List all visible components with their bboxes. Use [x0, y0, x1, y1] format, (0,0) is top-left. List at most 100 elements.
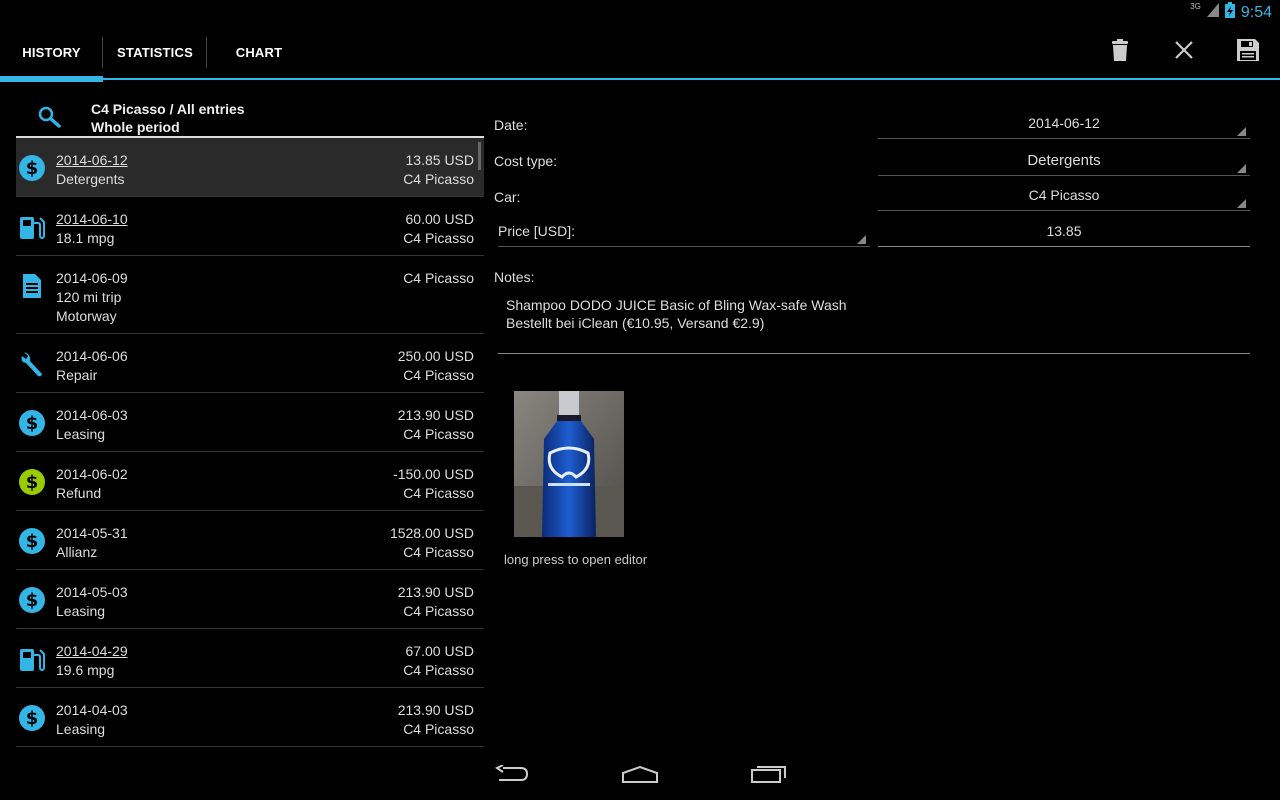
notes-input[interactable]: Shampoo DODO JUICE Basic of Bling Wax-sa…	[498, 296, 1250, 354]
home-icon	[621, 765, 659, 788]
price-input[interactable]: 13.85	[878, 223, 1250, 247]
entry-car: C4 Picasso	[403, 485, 474, 501]
entry-date: 2014-06-02	[56, 466, 128, 482]
tab-statistics[interactable]: STATISTICS	[103, 25, 207, 80]
filter-header[interactable]: C4 Picasso / All entries Whole period	[16, 98, 484, 138]
svg-text:$: $	[26, 472, 39, 493]
price-currency-spinner[interactable]: Price [USD]:	[498, 223, 870, 247]
dollar-icon: $	[18, 704, 46, 732]
entry-amount: 67.00 USD	[405, 643, 474, 659]
delete-button[interactable]	[1088, 25, 1152, 80]
date-value: 2014-06-12	[1028, 115, 1100, 131]
history-pane: C4 Picasso / All entries Whole period $2…	[16, 80, 484, 750]
battery-icon	[1224, 2, 1235, 23]
entry-date: 2014-05-03	[56, 584, 128, 600]
price-value: 13.85	[1046, 223, 1082, 239]
entry-detail-2: Motorway	[56, 308, 117, 324]
dollar-icon: $	[18, 409, 46, 437]
fuel-icon	[18, 213, 46, 241]
entry-detail: 19.6 mpg	[56, 662, 115, 678]
close-button[interactable]	[1152, 25, 1216, 80]
list-scrollbar[interactable]	[478, 142, 481, 170]
tab-chart[interactable]: CHART	[207, 25, 311, 80]
fuel-icon	[18, 645, 46, 673]
search-icon[interactable]	[38, 106, 62, 133]
entry-detail: Detergents	[56, 171, 125, 187]
history-row[interactable]: 2014-06-10 18.1 mpg 60.00 USD C4 Picasso	[16, 197, 484, 256]
svg-text:$: $	[26, 531, 39, 552]
tab-statistics-label: STATISTICS	[117, 45, 193, 60]
recents-icon	[751, 765, 787, 788]
history-list: $2014-06-12 Detergents 13.85 USD C4 Picass…	[16, 138, 484, 747]
navigation-bar	[0, 750, 1280, 800]
back-button[interactable]	[488, 762, 536, 790]
history-row[interactable]: 2014-06-09 120 mi trip Motorway C4 Picasso	[16, 256, 484, 334]
recents-button[interactable]	[745, 762, 793, 790]
entry-car: C4 Picasso	[403, 171, 474, 187]
entry-car: C4 Picasso	[403, 544, 474, 560]
entry-date: 2014-06-10	[56, 211, 128, 227]
car-spinner[interactable]: C4 Picasso	[878, 187, 1250, 211]
entry-amount: 1528.00 USD	[389, 525, 474, 541]
entry-detail: Leasing	[56, 603, 106, 619]
save-icon	[1237, 39, 1259, 66]
cost-type-value: Detergents	[1027, 152, 1101, 169]
notes-label: Notes:	[494, 269, 535, 285]
history-row[interactable]: $2014-05-03 Leasing 213.90 USD C4 Picasso	[16, 570, 484, 629]
filter-title: C4 Picasso / All entries	[91, 101, 245, 117]
document-icon	[18, 272, 46, 300]
entry-date: 2014-05-31	[56, 525, 128, 541]
cost-type-spinner[interactable]: Detergents	[878, 152, 1250, 176]
entry-detail: 18.1 mpg	[56, 230, 115, 246]
entry-date: 2014-06-09	[56, 270, 128, 286]
status-bar: 3G 9:54	[0, 0, 1280, 25]
history-row[interactable]: 2014-06-06 Repair 250.00 USD C4 Picasso	[16, 334, 484, 393]
entry-car: C4 Picasso	[403, 662, 474, 678]
date-spinner[interactable]: 2014-06-12	[878, 115, 1250, 139]
close-icon	[1174, 40, 1194, 65]
dollar-icon: $	[18, 154, 46, 182]
photo-hint: long press to open editor	[504, 552, 648, 567]
tab-chart-label: CHART	[235, 45, 283, 60]
tab-history[interactable]: HISTORY	[0, 25, 103, 82]
entry-date: 2014-04-29	[56, 643, 128, 659]
svg-text:$: $	[26, 413, 39, 434]
dollar-icon: $	[18, 527, 46, 555]
price-label: Price [USD]:	[498, 223, 576, 239]
home-button[interactable]	[616, 762, 664, 790]
entry-detail: Refund	[56, 485, 102, 501]
back-icon	[495, 763, 529, 788]
entry-car: C4 Picasso	[403, 426, 474, 442]
entry-car: C4 Picasso	[403, 603, 474, 619]
dollar-icon: $	[18, 468, 46, 496]
action-bar: HISTORY STATISTICS CHART	[0, 25, 1280, 82]
notes-line: Bestellt bei iClean (€10.95, Versand €2.…	[506, 315, 765, 331]
history-row[interactable]: $2014-06-02 Refund -150.00 USD C4 Picasso	[16, 452, 484, 511]
history-row[interactable]: 2014-04-29 19.6 mpg 67.00 USD C4 Picasso	[16, 629, 484, 688]
svg-text:$: $	[26, 590, 39, 611]
history-row[interactable]: $2014-06-03 Leasing 213.90 USD C4 Picasso	[16, 393, 484, 452]
entry-date: 2014-04-03	[56, 702, 128, 718]
history-row[interactable]: $2014-06-12 Detergents 13.85 USD C4 Picass…	[16, 138, 484, 197]
filter-period: Whole period	[91, 119, 180, 135]
save-button[interactable]	[1216, 25, 1280, 80]
entry-detail: Allianz	[56, 544, 98, 560]
entry-amount: 60.00 USD	[405, 211, 474, 227]
entry-car: C4 Picasso	[403, 367, 474, 383]
entry-date: 2014-06-06	[56, 348, 128, 364]
entry-car: C4 Picasso	[403, 230, 474, 246]
svg-text:$: $	[26, 158, 39, 179]
entry-amount: 13.85 USD	[405, 152, 474, 168]
entry-amount: -150.00 USD	[393, 466, 474, 482]
entry-detail: Leasing	[56, 721, 106, 737]
wrench-icon	[18, 350, 46, 378]
history-row[interactable]: $2014-05-31 Allianz 1528.00 USD C4 Picasso	[16, 511, 484, 570]
entry-detail: Repair	[56, 367, 98, 383]
history-row[interactable]: $2014-04-03 Leasing 213.90 USD C4 Picasso	[16, 688, 484, 747]
trash-icon	[1112, 39, 1128, 66]
svg-text:$: $	[26, 708, 39, 729]
tab-bar: HISTORY STATISTICS CHART	[0, 25, 311, 82]
dollar-icon: $	[18, 586, 46, 614]
receipt-photo[interactable]	[514, 391, 624, 537]
entry-amount: 213.90 USD	[397, 584, 474, 600]
